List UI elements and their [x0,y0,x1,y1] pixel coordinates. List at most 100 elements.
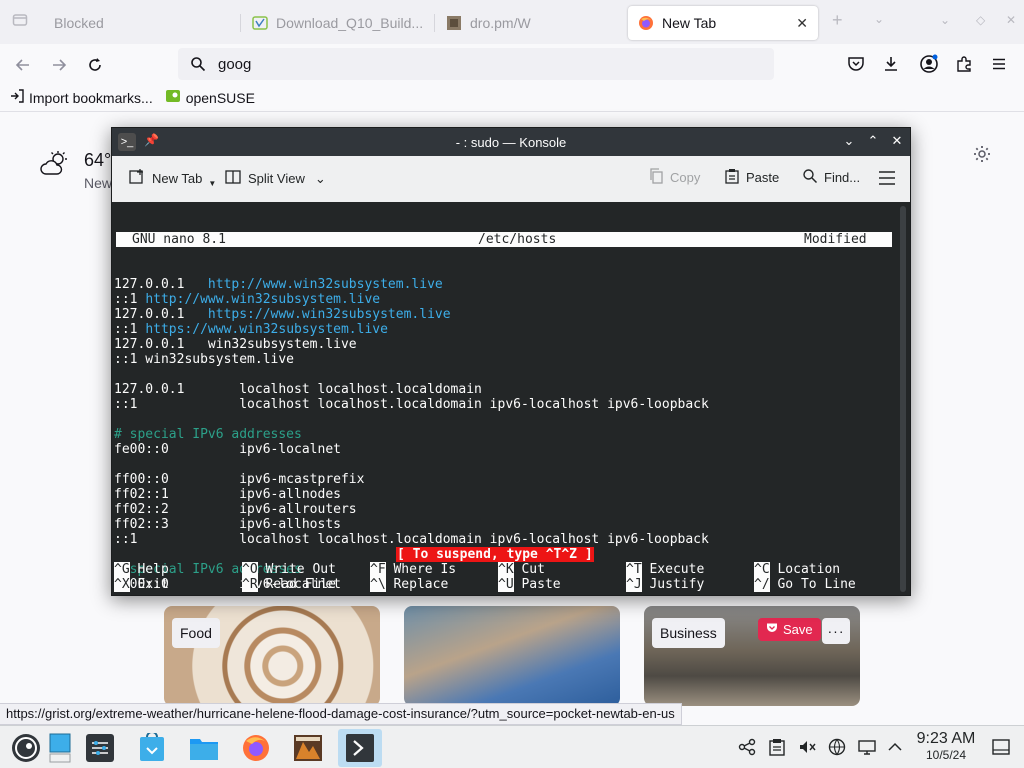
nano-shortcut: ^T Execute [626,562,704,577]
account-icon[interactable] [918,53,940,75]
nano-shortcut-key: ^O [242,562,258,577]
tab-blocked[interactable]: Blocked [44,6,240,40]
tray-expand-icon[interactable] [884,736,906,758]
bookmark-opensuse[interactable]: openSUSE [165,88,255,107]
paste-button[interactable]: Paste [724,168,779,187]
show-desktop-icon[interactable] [48,729,72,767]
close-tab-icon[interactable]: ✕ [796,15,808,32]
url-bar[interactable] [178,48,774,80]
nano-shortcut: ^O Write Out [242,562,336,577]
terminal-area[interactable]: GNU nano 8.1 /etc/hosts Modified 127.0.0… [114,202,898,594]
nano-shortcut-label: Justify [649,577,705,592]
card-topic-tag: Business [652,618,725,648]
copy-label: Copy [670,170,701,185]
reload-icon[interactable] [84,54,106,76]
downloads-icon[interactable] [880,53,902,75]
nano-line: 127.0.0.1 http://www.win32subsystem.live [114,277,898,292]
nano-buffer[interactable]: 127.0.0.1 http://www.win32subsystem.live… [114,277,898,592]
nano-shortcut: ^G Help [114,562,169,577]
tab-download-build[interactable]: Download_Q10_Build... [242,6,434,40]
nano-shortcut-key: ^J [626,577,642,592]
close-icon[interactable]: ✕ [888,133,906,149]
close-window-icon[interactable]: ✕ [1006,13,1016,27]
tab-dro-pm[interactable]: dro.pm/W [436,6,620,40]
hamburger-menu-icon[interactable] [878,170,896,186]
new-tab-button[interactable]: New Tab ▼ [128,168,216,189]
more-options-button[interactable]: ··· [822,618,850,644]
nano-shortcut-key: ^/ [754,577,770,592]
image-viewer-icon[interactable] [286,729,330,767]
nano-shortcut: ^J Justify [626,577,704,592]
nano-shortcut-label: Location [777,562,841,577]
nano-line-text: 127.0.0.1 localhost localhost.localdomai… [114,382,482,397]
taskbar: 9:23 AM 10/5/24 [0,725,1024,768]
chevron-down-icon: ▼ [208,179,217,188]
nano-shortcut: ^/ Go To Line [754,577,856,592]
discover-store-icon[interactable] [130,729,174,767]
minimize-icon[interactable]: ⌄ [840,133,858,149]
nano-shortcut: ^F Where Is [370,562,456,577]
gear-icon[interactable] [972,144,992,167]
new-tab-plus-icon[interactable]: + [832,10,843,31]
notifications-icon[interactable] [990,736,1012,758]
nano-line: 127.0.0.1 https://www.win32subsystem.liv… [114,307,898,322]
nano-shortcut: ^R Read File [242,577,336,592]
volume-muted-icon[interactable] [796,736,818,758]
pocket-icon[interactable] [845,53,867,75]
url-input[interactable] [218,55,718,73]
terminal-scrollbar[interactable] [900,206,906,592]
maximize-icon[interactable]: ⌃ [864,133,882,149]
maximize-icon[interactable]: ◇ [976,13,985,27]
tab-label: New Tab [662,15,717,31]
nano-line-url: http://www.win32subsystem.live [145,292,381,307]
konsole-task-icon[interactable] [338,729,382,767]
nano-shortcut-key: ^T [626,562,642,577]
bookmark-import[interactable]: Import bookmarks... [10,89,153,106]
nano-shortcut-key: ^\ [370,577,386,592]
dolphin-files-icon[interactable] [182,729,226,767]
taskbar-clock[interactable]: 9:23 AM 10/5/24 [906,730,986,762]
browser-tab-strip: Blocked Download_Q10_Build... dro.pm/W N… [0,0,1024,44]
bookmark-label: Import bookmarks... [29,89,153,106]
split-view-button[interactable]: Split View ⌄ [224,168,326,189]
konsole-titlebar[interactable]: >_ 📌 - : sudo — Konsole ⌄ ⌃ ✕ [112,128,910,156]
kde-connect-icon[interactable] [736,736,758,758]
konsole-window[interactable]: >_ 📌 - : sudo — Konsole ⌄ ⌃ ✕ New Tab ▼ … [111,127,911,596]
save-to-pocket-button[interactable]: Save [758,618,821,641]
nano-shortcut: ^C Location [754,562,840,577]
extensions-icon[interactable] [953,53,975,75]
nano-line: ff02::3 ipv6-allhosts [114,517,898,532]
tab-label: dro.pm/W [470,15,531,31]
nano-shortcut-key: ^R [242,577,258,592]
find-button[interactable]: Find... [802,168,860,187]
story-card-people[interactable] [404,606,620,706]
firefox-icon[interactable] [234,729,278,767]
nano-shortcut-label: Paste [521,577,561,592]
nano-shortcut: ^K Cut [498,562,545,577]
tab-new-tab[interactable]: New Tab ✕ [628,6,818,40]
hamburger-menu-icon[interactable] [988,53,1010,75]
nano-header-bar: GNU nano 8.1 /etc/hosts Modified [116,232,892,247]
weather-widget[interactable]: 64° New [40,150,112,191]
dro-favicon-icon [446,15,462,31]
forward-arrow-icon[interactable] [48,54,70,76]
nano-shortcut: ^U Paste [498,577,561,592]
clipboard-icon[interactable] [766,736,788,758]
chevron-down-icon[interactable]: ⌄ [874,12,884,26]
app-launcher-icon[interactable] [4,729,48,767]
system-settings-icon[interactable] [78,729,122,767]
nano-shortcut-key: ^F [370,562,386,577]
nano-line [114,412,898,427]
network-icon[interactable] [826,736,848,758]
copy-button[interactable]: Copy [648,168,700,187]
paste-icon [724,168,740,187]
nano-suspend-alert: [ To suspend, type ^T^Z ] [396,547,594,562]
display-icon[interactable] [856,736,878,758]
back-arrow-icon[interactable] [12,54,34,76]
nano-shortcut: ^X Exit [114,577,169,592]
minimize-icon[interactable]: ⌄ [940,13,950,27]
story-card-food[interactable]: Food [164,606,380,706]
pin-icon[interactable]: 📌 [144,133,159,147]
nano-line-text: ff00::0 ipv6-mcastprefix [114,472,365,487]
firefox-view-icon[interactable] [12,12,28,31]
